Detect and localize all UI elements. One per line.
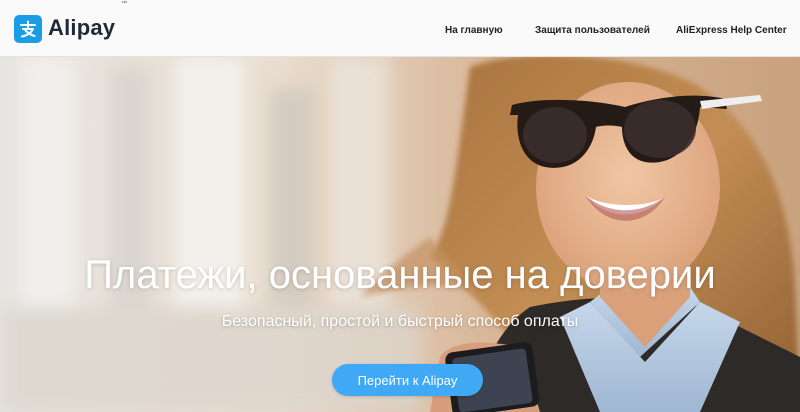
logo-wordmark: Alipay xyxy=(48,15,116,40)
alipay-zhi-icon xyxy=(14,15,42,43)
alipay-logo[interactable]: Alipay xyxy=(14,15,115,43)
top-header: Alipay ™ На главную Защита пользователей… xyxy=(0,0,800,57)
hero-subheadline: Безопасный, простой и быстрый способ опл… xyxy=(221,313,579,330)
nav-user-protection-link[interactable]: Защита пользователей xyxy=(535,25,650,36)
hero-headline: Платежи, основанные на доверии xyxy=(84,253,716,297)
trademark-mark: ™ xyxy=(121,1,127,7)
go-to-alipay-button[interactable]: Перейти к Alipay xyxy=(332,364,483,396)
nav-home-link[interactable]: На главную xyxy=(445,25,503,36)
hero-photo xyxy=(0,57,800,412)
hero-banner: Платежи, основанные на доверии Безопасны… xyxy=(0,57,800,412)
nav-help-center-link[interactable]: AliExpress Help Center xyxy=(676,25,787,36)
